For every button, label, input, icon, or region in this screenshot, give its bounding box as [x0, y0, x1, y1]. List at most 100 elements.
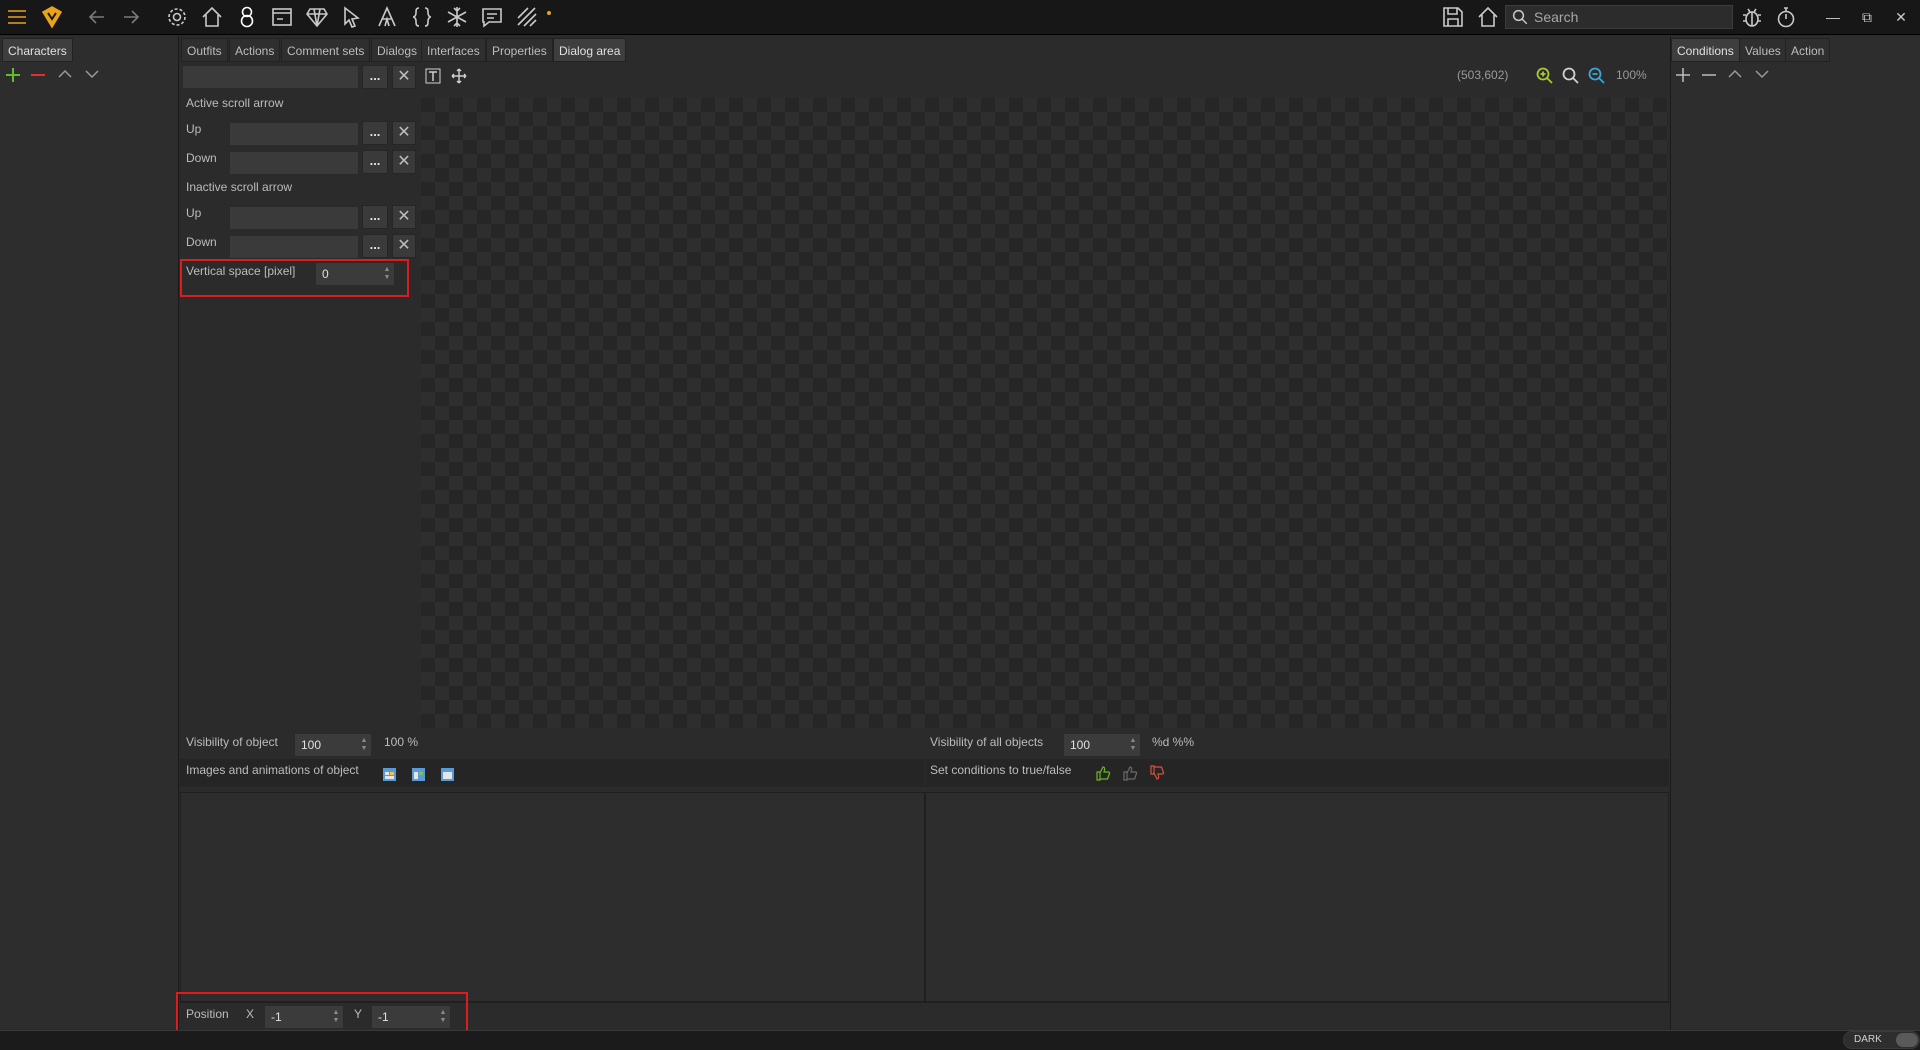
active-down-browse-button[interactable]: ...: [362, 150, 388, 174]
zoom-out-icon[interactable]: [1586, 65, 1606, 85]
tab-comment-sets[interactable]: Comment sets: [281, 38, 371, 62]
inactive-up-field[interactable]: [229, 206, 359, 230]
active-down-label: Down: [186, 151, 217, 165]
tab-values[interactable]: Values: [1739, 38, 1787, 62]
conditions-panel: [1670, 36, 1920, 1030]
close-button[interactable]: ✕: [1886, 6, 1916, 28]
visibility-object-spinbox[interactable]: 100 ▲ ▼: [294, 733, 372, 757]
active-down-field[interactable]: [229, 151, 359, 175]
logo-icon[interactable]: [39, 4, 65, 30]
active-up-label: Up: [186, 122, 202, 136]
status-bar: [0, 1030, 1920, 1050]
tab-outfits[interactable]: Outfits: [181, 38, 228, 62]
unsaved-dot: [547, 11, 551, 15]
condition-down-icon[interactable]: [1752, 64, 1772, 84]
visibility-all-suffix: %d %%: [1152, 735, 1195, 749]
search-icon: [1511, 8, 1529, 29]
highlight-box-vertical-space: [180, 259, 409, 297]
visibility-object-value: 100: [301, 738, 322, 752]
remove-icon[interactable]: [28, 65, 48, 85]
active-scroll-arrow-heading: Active scroll arrow: [186, 96, 284, 110]
visibility-all-label: Visibility of all objects: [930, 735, 1044, 749]
stopwatch-icon[interactable]: [1773, 4, 1799, 30]
edit-image-icon[interactable]: [409, 765, 427, 783]
zoom-reset-icon[interactable]: [1560, 65, 1580, 85]
inactive-down-field[interactable]: [229, 235, 359, 259]
text-frame-icon[interactable]: [423, 66, 443, 86]
dialog-canvas[interactable]: [421, 98, 1668, 728]
visibility-object-label: Visibility of object: [186, 735, 278, 749]
add-icon[interactable]: [3, 65, 23, 85]
browse-button[interactable]: ...: [362, 65, 388, 89]
tab-action[interactable]: Action: [1785, 38, 1831, 62]
active-up-field[interactable]: [229, 122, 359, 146]
thumbs-up-icon[interactable]: [1094, 764, 1112, 782]
add-image-icon[interactable]: [380, 765, 398, 783]
active-up-browse-button[interactable]: ...: [362, 121, 388, 145]
move-up-icon[interactable]: [55, 64, 75, 84]
tab-dialogs[interactable]: Dialogs: [371, 38, 424, 62]
zoom-in-icon[interactable]: [1534, 65, 1554, 85]
move-down-icon[interactable]: [82, 64, 102, 84]
inactive-down-label: Down: [186, 235, 217, 249]
theme-toggle[interactable]: DARK: [1843, 1031, 1920, 1049]
thumbs-neutral-icon[interactable]: [1121, 764, 1139, 782]
home-save-icon[interactable]: [1475, 4, 1501, 30]
canvas-coordinates: (503,602): [1457, 68, 1509, 82]
window-icon[interactable]: [269, 4, 295, 30]
tab-characters[interactable]: Characters: [2, 38, 73, 62]
remove-condition-icon[interactable]: [1699, 65, 1719, 85]
menu-icon[interactable]: [4, 4, 30, 30]
restore-button[interactable]: ⧉: [1852, 6, 1882, 28]
back-icon[interactable]: [84, 4, 110, 30]
thumbs-down-icon[interactable]: [1148, 764, 1166, 782]
search-input[interactable]: [1534, 8, 1726, 26]
images-section-label: Images and animations of object: [186, 763, 359, 777]
top-image-field[interactable]: [182, 65, 359, 89]
dialog-icon[interactable]: [479, 4, 505, 30]
inactive-down-clear-button[interactable]: ✕: [392, 234, 416, 258]
condition-up-icon[interactable]: [1725, 64, 1745, 84]
spin-arrows-icon[interactable]: ▲ ▼: [360, 737, 368, 753]
character-icon[interactable]: [234, 4, 260, 30]
settings-icon[interactable]: [164, 4, 190, 30]
snowflake-icon[interactable]: [444, 4, 470, 30]
active-up-clear-button[interactable]: ✕: [392, 121, 416, 145]
visibility-all-spinbox[interactable]: 100 ▲ ▼: [1063, 733, 1141, 757]
tab-interfaces[interactable]: Interfaces: [421, 38, 486, 62]
stripes-icon[interactable]: [514, 4, 540, 30]
minimize-button[interactable]: —: [1818, 6, 1848, 28]
images-list[interactable]: [180, 792, 925, 1002]
conditions-list[interactable]: [925, 792, 1669, 1002]
remove-image-icon[interactable]: [438, 765, 456, 783]
home-icon[interactable]: [199, 4, 225, 30]
tab-actions[interactable]: Actions: [229, 38, 281, 62]
visibility-all-value: 100: [1070, 738, 1091, 752]
top-toolbar: — ⧉ ✕: [0, 0, 1920, 35]
gem-icon[interactable]: [304, 4, 330, 30]
tab-dialog-area[interactable]: Dialog area: [553, 38, 627, 62]
search-field[interactable]: [1505, 5, 1733, 29]
conditions-section-label: Set conditions to true/false: [930, 763, 1072, 777]
add-condition-icon[interactable]: [1673, 65, 1693, 85]
active-down-clear-button[interactable]: ✕: [392, 150, 416, 174]
inactive-up-clear-button[interactable]: ✕: [392, 205, 416, 229]
theme-label: DARK: [1854, 1034, 1882, 1045]
inactive-up-browse-button[interactable]: ...: [362, 205, 388, 229]
cursor-icon[interactable]: [339, 4, 365, 30]
tab-conditions[interactable]: Conditions: [1671, 38, 1740, 62]
font-icon[interactable]: [374, 4, 400, 30]
zoom-level: 100%: [1616, 68, 1647, 82]
save-icon[interactable]: [1440, 4, 1466, 30]
bug-icon[interactable]: [1739, 4, 1765, 30]
spin-arrows-icon[interactable]: ▲ ▼: [1129, 737, 1137, 753]
clear-button[interactable]: ✕: [392, 65, 416, 89]
toggle-knob: [1896, 1033, 1918, 1047]
tab-properties[interactable]: Properties: [486, 38, 553, 62]
forward-icon[interactable]: [118, 4, 144, 30]
script-braces-icon[interactable]: [409, 4, 435, 30]
inactive-down-browse-button[interactable]: ...: [362, 234, 388, 258]
move-icon[interactable]: [449, 66, 469, 86]
visibility-object-suffix: 100 %: [384, 735, 419, 749]
inactive-up-label: Up: [186, 206, 202, 220]
